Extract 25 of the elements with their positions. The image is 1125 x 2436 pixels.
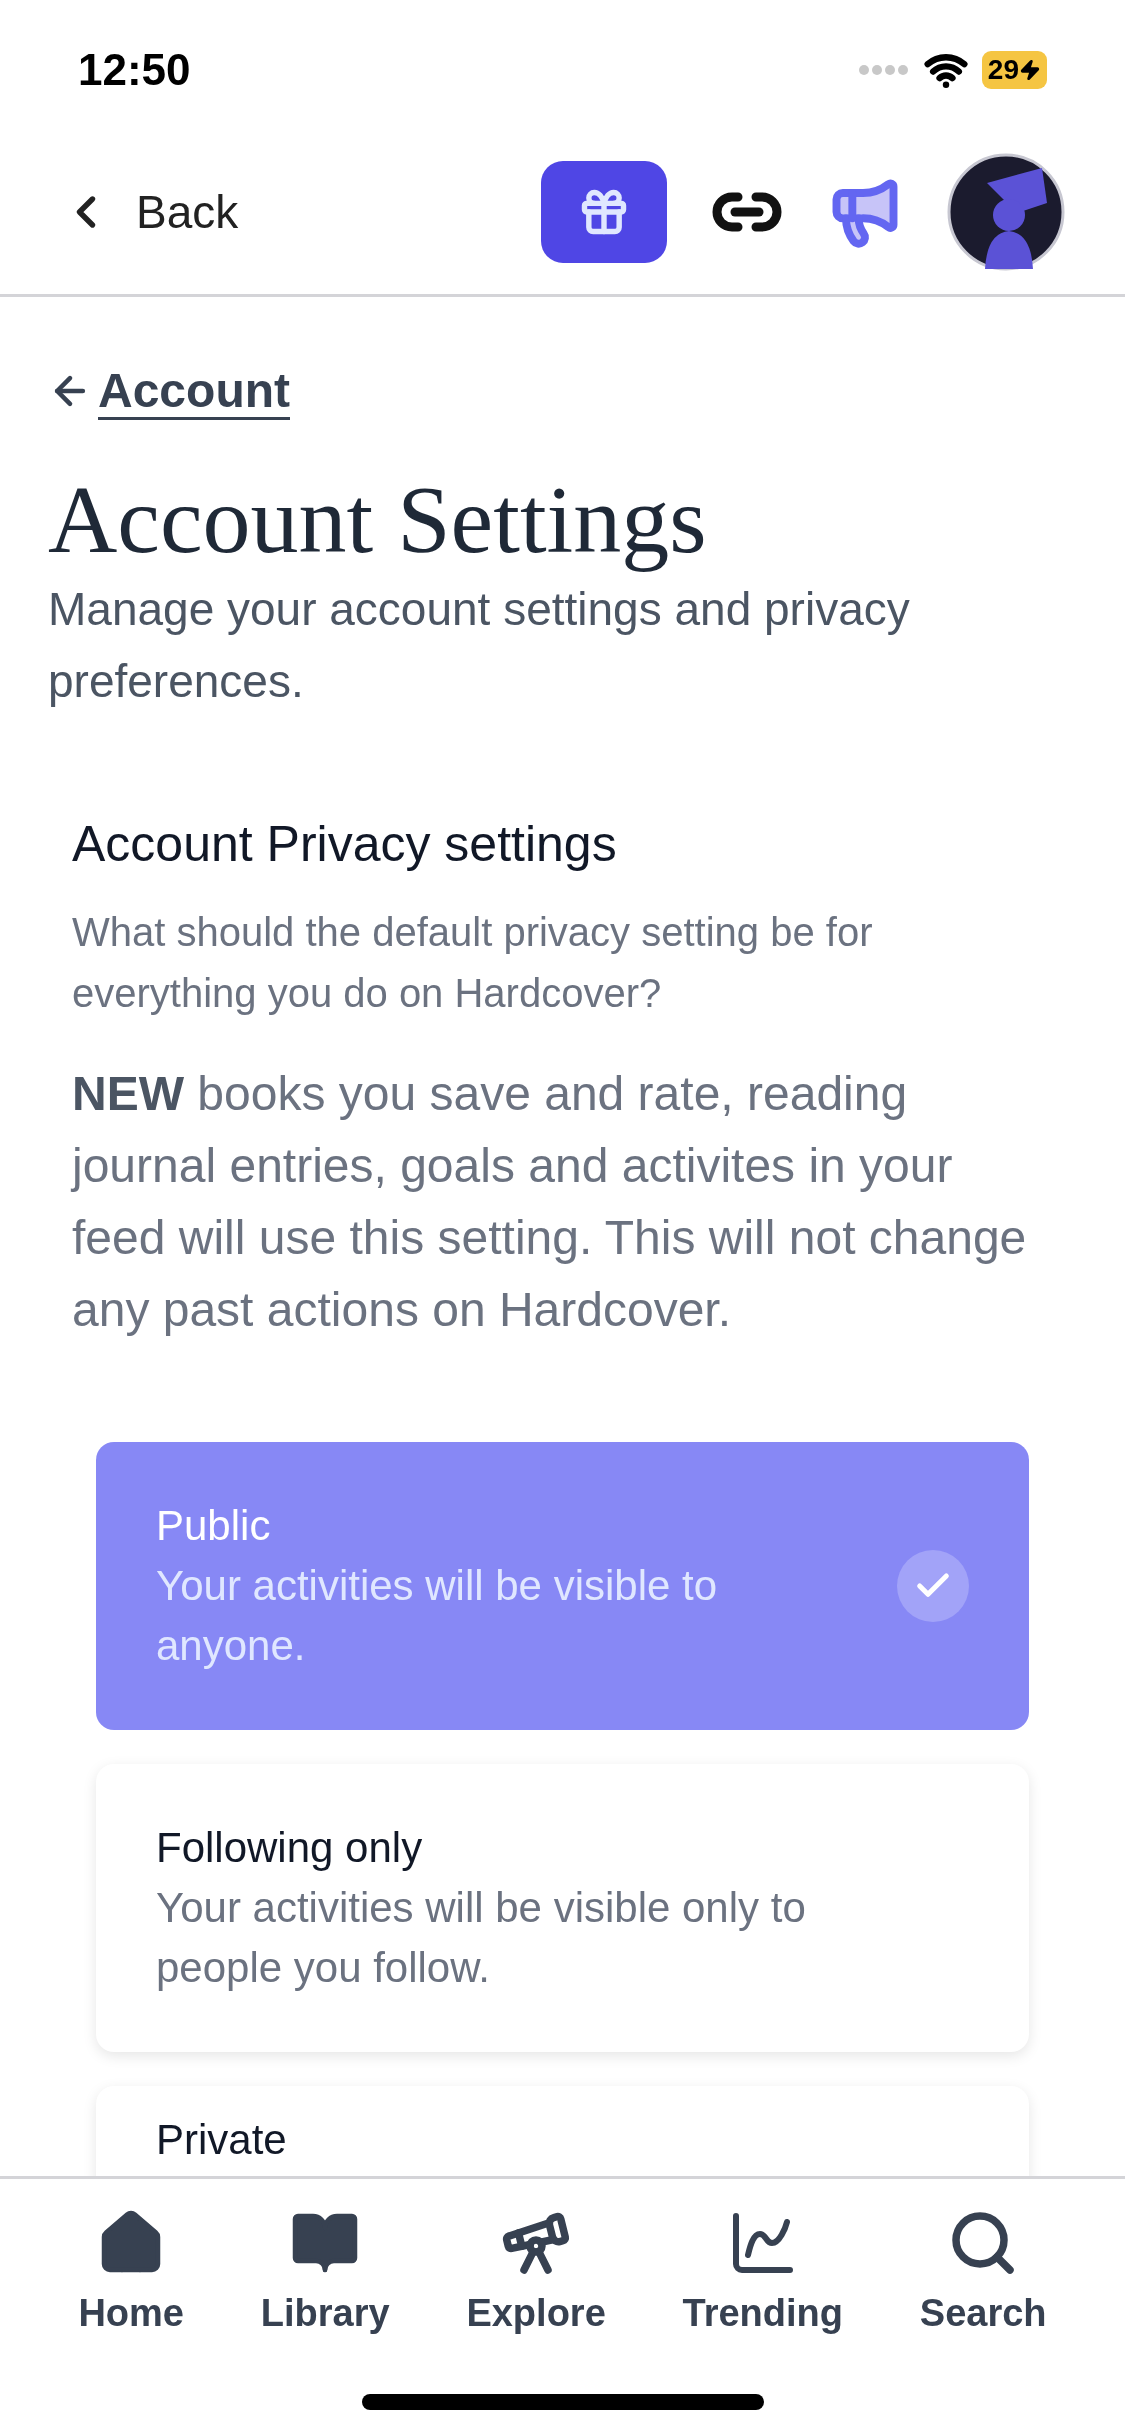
section-question: What should the default privacy setting be for everything you do on Hardcover?	[72, 908, 874, 1017]
tab-button[interactable]: Library	[260, 2207, 390, 2342]
account-link[interactable]: Account	[48, 355, 1077, 427]
signal-icon	[857, 64, 910, 76]
tab-button[interactable]: Explore	[466, 2207, 606, 2342]
page-subtitle: Manage your account settings and privacy preferences.	[48, 581, 911, 709]
back-button[interactable]: Back	[60, 177, 239, 247]
avatar[interactable]	[947, 153, 1065, 271]
tab-button[interactable]: Search	[919, 2207, 1047, 2342]
section-title: Account Privacy settings	[72, 814, 618, 874]
option-title: Private	[156, 2114, 287, 2165]
battery-indicator: 29	[981, 51, 1047, 89]
status-time: 12:50	[78, 44, 191, 96]
option-description: Your activities will be visible only to people you follow.	[156, 1882, 807, 1993]
page-title: Account Settings	[48, 467, 708, 573]
tab-button[interactable]: Home	[78, 2207, 184, 2342]
option-title: Public	[156, 1500, 272, 1551]
option-description: Your activities will be visible to anyone.	[156, 1560, 719, 1671]
option-title: Following only	[156, 1822, 424, 1873]
section-note: NEW books you save and rate, reading journal entries, goals and activites in your feed will use this setting. This will not change any past actions on Hardcover.	[72, 1065, 1028, 1338]
privacy-option[interactable]: Private	[96, 2085, 1029, 2176]
gift-button[interactable]	[541, 161, 667, 263]
bolt-icon	[1019, 59, 1041, 81]
privacy-option[interactable]: Following only Your activities will be visible only to people you follow.	[96, 1763, 1029, 2052]
tab-button[interactable]: Trending	[682, 2207, 844, 2342]
